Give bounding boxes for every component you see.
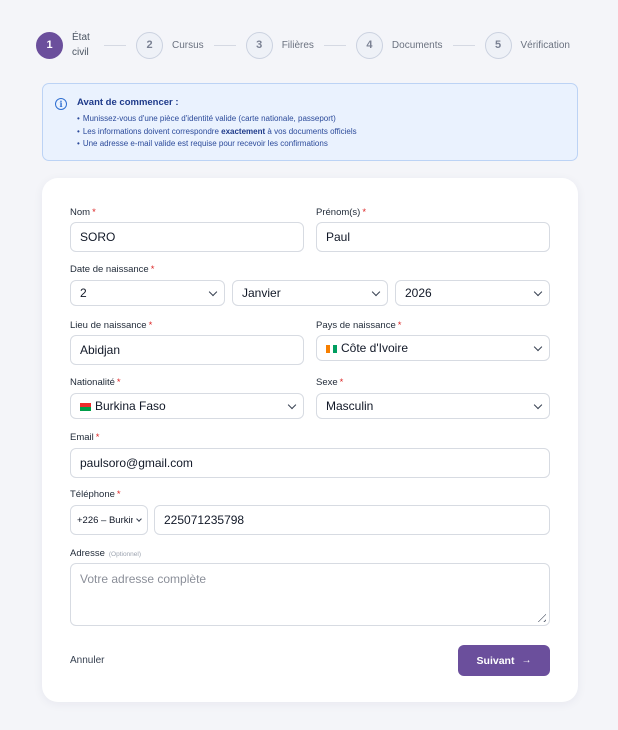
telephone-label: Téléphone * [70, 489, 121, 500]
chevron-down-icon [287, 400, 297, 409]
step-label: Cursus [172, 39, 204, 51]
step-label: Documents [391, 39, 443, 51]
form-card: Nom* Prénom(s)* Date de naissance* 2 Jan… [42, 178, 578, 702]
chevron-down-icon [533, 287, 543, 296]
required-mark: * [116, 489, 121, 500]
arrow-right-icon: → [521, 655, 532, 666]
step-connector [104, 44, 126, 46]
prenom-input[interactable] [316, 222, 550, 252]
info-item: Munissez-vous d'une pièce d'identité val… [77, 113, 563, 126]
lieu-label: Lieu de naissance * [70, 320, 153, 331]
info-item: Une adresse e-mail valide est requise po… [77, 138, 563, 151]
prenom-label: Prénom(s) * [316, 207, 367, 218]
info-emphasis: exactement [221, 126, 266, 136]
next-button[interactable]: Suivant → [458, 645, 550, 676]
adresse-label: Adresse (Optionnel) [70, 548, 142, 559]
chevron-down-icon [136, 515, 142, 522]
required-mark: * [148, 320, 153, 331]
dob-month-select[interactable]: Janvier [232, 280, 388, 306]
burkina-faso-flag-icon [80, 402, 91, 411]
cote-divoire-flag-icon [326, 344, 338, 353]
phone-code-select[interactable]: +226 – Burkir [70, 505, 148, 535]
dob-year-select[interactable]: 2026 [395, 280, 550, 306]
required-mark: * [92, 207, 96, 218]
info-list: Munissez-vous d'une pièce d'identité val… [77, 113, 563, 151]
required-mark: * [95, 432, 100, 443]
step-etat-civil[interactable]: 1 État civil [36, 30, 94, 60]
step-filieres[interactable]: 3 Filières [245, 31, 314, 59]
adresse-textarea[interactable] [70, 563, 550, 626]
chevron-down-icon [371, 287, 381, 296]
step-cursus[interactable]: 2 Cursus [136, 31, 204, 59]
step-number: 2 [136, 31, 163, 59]
step-label: Filières [281, 39, 314, 51]
chevron-down-icon [208, 287, 218, 296]
info-title: Avant de commencer : [77, 97, 179, 108]
required-mark: * [150, 264, 155, 275]
pays-select[interactable]: Côte d'Ivoire [316, 335, 550, 361]
phone-input[interactable] [154, 505, 550, 535]
pays-label: Pays de naissance * [316, 320, 402, 331]
sexe-select[interactable]: Masculin [316, 393, 550, 419]
dob-label: Date de naissance * [70, 264, 155, 275]
required-mark: * [116, 377, 121, 388]
step-connector [323, 44, 346, 46]
step-label: Vérification [520, 39, 570, 51]
step-connector [452, 44, 475, 46]
chevron-down-icon [533, 342, 543, 351]
required-mark: * [362, 207, 367, 218]
step-number: 5 [484, 31, 512, 59]
required-mark: * [397, 320, 402, 331]
sexe-label: Sexe * [316, 377, 344, 388]
chevron-down-icon [533, 400, 543, 409]
step-number: 3 [245, 31, 273, 59]
optional-hint: (Optionnel) [108, 551, 142, 558]
info-notice: i Avant de commencer : Munissez-vous d'u… [42, 83, 578, 161]
step-verification[interactable]: 5 Vérification [484, 31, 570, 59]
nationalite-select[interactable]: Burkina Faso [70, 393, 304, 419]
email-label: Email * [70, 432, 100, 443]
dob-day-select[interactable]: 2 [70, 280, 225, 306]
cancel-button[interactable]: Annuler [70, 655, 104, 666]
nom-label: Nom * [70, 207, 96, 218]
step-number: 4 [355, 31, 383, 59]
step-label: État civil [72, 32, 90, 58]
info-icon: i [55, 98, 67, 110]
progress-stepper: 1 État civil 2 Cursus 3 Filières 4 Docum… [36, 30, 596, 60]
step-number: 1 [36, 31, 63, 59]
nom-input[interactable] [70, 222, 304, 252]
lieu-input[interactable] [70, 335, 304, 365]
required-mark: * [339, 377, 344, 388]
email-field[interactable] [70, 448, 550, 478]
nationalite-label: Nationalité * [70, 377, 121, 388]
step-documents[interactable]: 4 Documents [355, 31, 443, 59]
step-connector [213, 44, 236, 46]
info-item: Les informations doivent correspondre ex… [77, 126, 563, 139]
